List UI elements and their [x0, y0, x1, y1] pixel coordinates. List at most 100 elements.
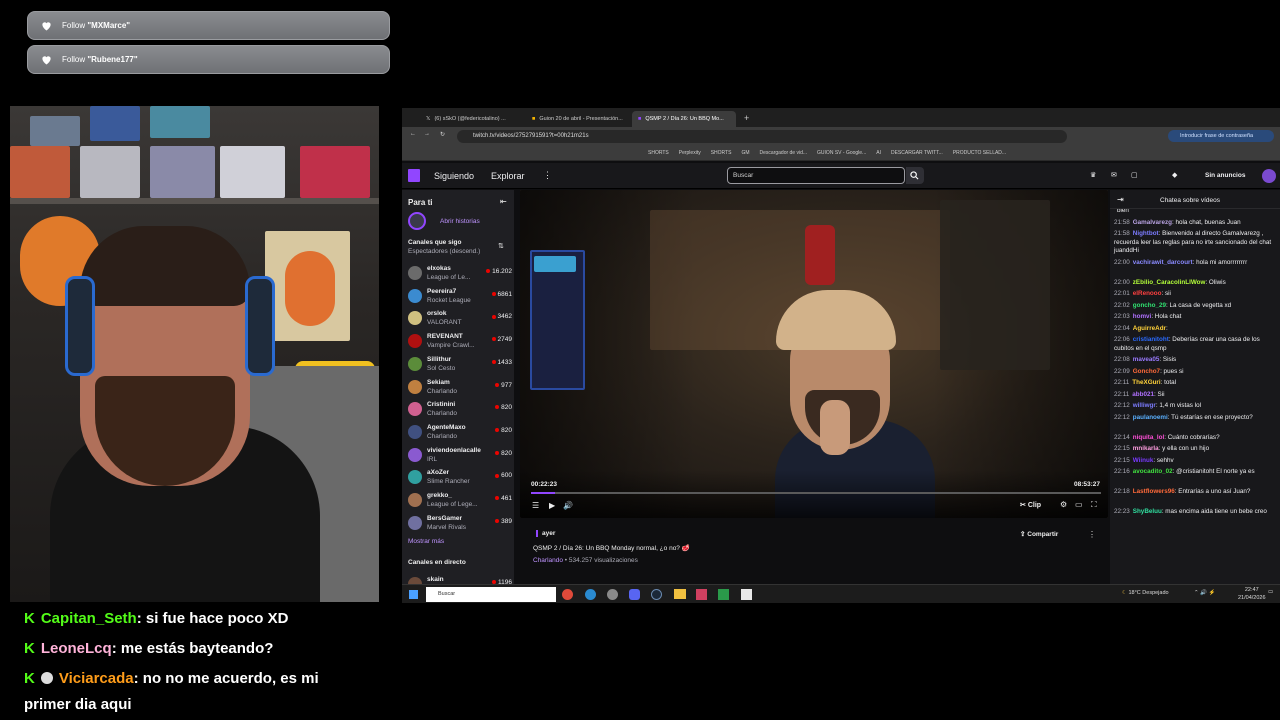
settings-icon[interactable]: ⚙: [1060, 500, 1067, 509]
app-icon[interactable]: [741, 589, 752, 600]
sidebar-channel[interactable]: Peereira7 Rocket League 6861: [408, 286, 512, 308]
whispers-icon[interactable]: ▢: [1131, 171, 1138, 179]
chapters-icon[interactable]: ☰: [532, 501, 539, 510]
play-icon[interactable]: ▶: [549, 501, 555, 510]
chat-username[interactable]: Lastflowers96: [1133, 488, 1175, 495]
video-category[interactable]: Charlando: [533, 557, 563, 564]
chat-username[interactable]: abb021: [1132, 391, 1154, 398]
clock[interactable]: 22:47 21/04/2026: [1238, 586, 1266, 602]
stories-avatar[interactable]: [408, 212, 426, 230]
followed-header: Canales que sigo: [408, 239, 462, 246]
bookmark[interactable]: DESCARGAR TWITT...: [891, 150, 943, 156]
seek-bar[interactable]: [531, 492, 1101, 494]
channel-avatar: [408, 379, 422, 394]
more-icon[interactable]: ⋮: [543, 170, 552, 181]
crown-icon[interactable]: ♛: [1090, 171, 1096, 179]
chat-username[interactable]: zEbilio_CaracolinLIWow: [1133, 279, 1206, 286]
bookmark[interactable]: GM: [741, 150, 749, 156]
windows-start-icon[interactable]: [409, 590, 418, 599]
chat-username[interactable]: goncho_29: [1133, 302, 1166, 309]
sidebar-channel[interactable]: Sillithur Sol Cesto 1433: [408, 354, 512, 376]
sidebar-channel[interactable]: Cristinini Charlando 820: [408, 399, 512, 421]
chat-username[interactable]: niquita_lol: [1133, 434, 1165, 441]
chat-username[interactable]: elRenooo: [1133, 290, 1162, 297]
sidebar-channel[interactable]: elxokas League of Le... 16.202: [408, 263, 512, 285]
new-tab-button[interactable]: +: [738, 113, 755, 127]
url-input[interactable]: twitch.tv/videos/2752791591?t=00h21m21s: [457, 130, 1067, 143]
follow-user: "MXMarce": [87, 21, 131, 30]
steam-icon[interactable]: [651, 589, 662, 600]
chat-username[interactable]: Gamalvarezg: [1133, 219, 1172, 226]
sidebar-channel[interactable]: orslok VALORANT 3462: [408, 308, 512, 330]
sheets-icon[interactable]: [718, 589, 729, 600]
more-options-icon[interactable]: ⋮: [1088, 530, 1096, 539]
profile-button[interactable]: Introducir frase de contraseña: [1168, 130, 1274, 142]
chat-username[interactable]: cristianitoht: [1133, 336, 1169, 343]
browser-tab[interactable]: 𝕏 (6) sSkO (@federicotalino) ...: [420, 111, 524, 127]
reload-icon[interactable]: ↻: [440, 131, 445, 138]
sidebar-channel[interactable]: aXoZer Slime Rancher 600: [408, 467, 512, 489]
open-stories-link[interactable]: Abrir historias: [440, 218, 480, 225]
nav-explore[interactable]: Explorar: [491, 171, 525, 181]
collapse-icon[interactable]: ⇤: [500, 197, 507, 206]
chat-username[interactable]: TheXGuri: [1132, 379, 1160, 386]
bookmark[interactable]: AI: [876, 150, 881, 156]
theatre-icon[interactable]: ▭: [1075, 500, 1083, 509]
bookmark[interactable]: GUION SV - Google...: [817, 150, 866, 156]
no-ads-button[interactable]: Sin anuncios: [1205, 172, 1245, 179]
sidebar-channel[interactable]: BersGamer Marvel Rivals 389: [408, 513, 512, 535]
expand-icon[interactable]: ⇥: [1117, 195, 1124, 204]
video-player[interactable]: 00:22:23 08:53:27 ☰ ▶ 🔊 ✂ Clip ⚙ ▭ ⛶: [520, 190, 1108, 518]
chat-username[interactable]: homvi: [1133, 313, 1152, 320]
chat-username[interactable]: williwgr: [1133, 402, 1156, 409]
avatar[interactable]: [1262, 169, 1276, 183]
back-icon[interactable]: ←: [410, 131, 416, 137]
chat-username[interactable]: mavea05: [1133, 356, 1160, 363]
chat-username[interactable]: paulanoemi: [1133, 414, 1168, 421]
edge-icon[interactable]: [585, 589, 596, 600]
sidebar-channel[interactable]: viviendoenlacalle IRL 820: [408, 445, 512, 467]
chat-username[interactable]: AguirreAdr: [1133, 325, 1166, 332]
browser-tab[interactable]: ■ Guion 20 de abril - Presentación...: [526, 111, 630, 127]
bookmark[interactable]: Perplexity: [679, 150, 701, 156]
sort-icon[interactable]: ⇅: [498, 242, 504, 250]
taskbar-search[interactable]: Buscar: [426, 587, 556, 602]
bookmark[interactable]: SHORTS: [711, 150, 732, 156]
chat-username[interactable]: ShyBeluu: [1133, 508, 1162, 515]
windows-taskbar: Buscar ☾ 18°C Despejado ⌃ 🔊 ⚡ 22:47 21/04…: [402, 584, 1280, 603]
search-input[interactable]: Buscar: [727, 167, 905, 184]
chat-username[interactable]: Goncho7: [1133, 368, 1160, 375]
chrome-icon[interactable]: [562, 589, 573, 600]
sidebar-channel[interactable]: AgenteMaxo Charlando 820: [408, 422, 512, 444]
folder-icon[interactable]: [674, 589, 686, 599]
chat-username[interactable]: mnikarla: [1133, 445, 1159, 452]
fullscreen-icon[interactable]: ⛶: [1091, 500, 1097, 510]
discord-icon[interactable]: [629, 589, 640, 600]
sidebar-channel[interactable]: Sekiam Charlando 977: [408, 377, 512, 399]
show-more-link[interactable]: Mostrar más: [408, 538, 444, 545]
forward-icon[interactable]: →: [424, 131, 430, 137]
tray-icons[interactable]: ⌃ 🔊 ⚡: [1194, 590, 1215, 596]
inbox-icon[interactable]: ✉: [1111, 171, 1117, 179]
bookmark[interactable]: SHORTS: [648, 150, 669, 156]
chat-username[interactable]: Wiinuk: [1133, 457, 1154, 464]
bits-icon[interactable]: ◆: [1172, 171, 1177, 179]
chat-username[interactable]: avocadito_02: [1133, 468, 1173, 475]
nav-following[interactable]: Siguiendo: [434, 171, 474, 181]
clip-button[interactable]: ✂ Clip: [1020, 501, 1041, 509]
volume-icon[interactable]: 🔊: [563, 501, 573, 510]
notifications-icon[interactable]: ▭: [1268, 589, 1273, 595]
sidebar-channel[interactable]: REVENANT Vampire Crawl... 2749: [408, 331, 512, 353]
twitch-logo-icon[interactable]: [408, 169, 420, 182]
share-button[interactable]: ⇪ Compartir: [1020, 530, 1058, 538]
weather-widget[interactable]: ☾ 18°C Despejado: [1122, 590, 1169, 596]
chat-username[interactable]: Nightbot: [1133, 230, 1159, 237]
sidebar-channel[interactable]: grekko_ League of Lege... 461: [408, 490, 512, 512]
bookmark[interactable]: Descargador de vid...: [760, 150, 808, 156]
bookmark[interactable]: PRODUCTO SELLAD...: [953, 150, 1006, 156]
settings-app-icon[interactable]: [607, 589, 618, 600]
search-button[interactable]: [906, 167, 924, 184]
chat-username[interactable]: vachirawit_darcourt: [1133, 259, 1193, 266]
browser-tab-active[interactable]: ■ QSMP 2 / Día 26: Un BBQ Mo...: [632, 111, 736, 127]
app-icon[interactable]: [696, 589, 707, 600]
